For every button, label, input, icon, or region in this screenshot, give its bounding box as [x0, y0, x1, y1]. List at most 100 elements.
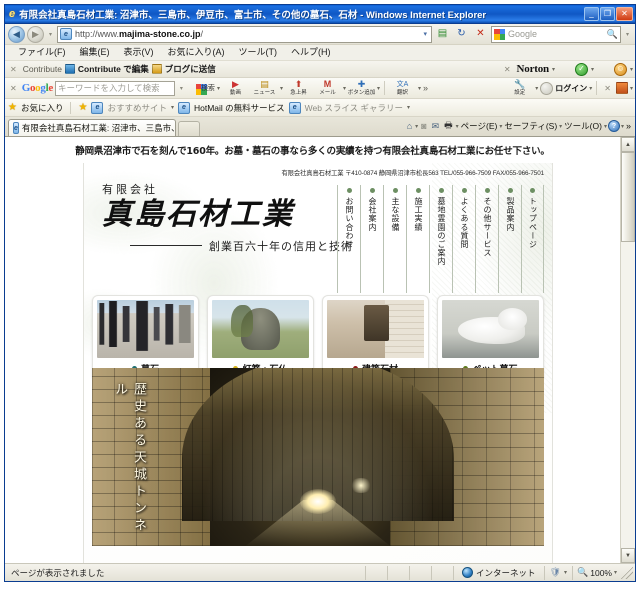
google-search-options-caret-icon[interactable]: ▾ [217, 85, 220, 92]
nav-item-top-page[interactable]: トップページ [521, 185, 544, 293]
menu-view[interactable]: 表示(V) [117, 48, 161, 57]
security-zone-indicator[interactable]: インターネット [453, 565, 544, 580]
addon-caret-icon[interactable]: ▾ [630, 85, 633, 92]
command-overflow-icon[interactable]: » [625, 121, 632, 131]
favorites-button[interactable]: お気に入り [21, 102, 64, 114]
google-tool-mail[interactable]: M メール [314, 80, 341, 97]
zoom-caret-icon[interactable]: ▾ [614, 569, 617, 576]
mail-icon[interactable]: ✉ [430, 121, 442, 132]
command-tools-menu[interactable]: ツール(O) [563, 120, 603, 132]
nav-item-products[interactable]: 製品案内 [498, 185, 521, 293]
google-settings-button[interactable]: 🔧 設定 [506, 80, 533, 97]
google-right-close-icon[interactable]: ✕ [601, 84, 614, 93]
forward-button[interactable]: ▶ [27, 25, 44, 43]
maximize-button[interactable]: ❐ [600, 7, 615, 21]
page-vertical-scrollbar[interactable]: ▲ ▼ [620, 137, 635, 563]
google-tools-caret-2-icon[interactable]: ▾ [343, 85, 346, 92]
compatibility-view-icon[interactable]: ▤ [434, 26, 451, 43]
google-tool-translate[interactable]: 文A 翻訳 [389, 80, 416, 97]
suggested-sites-caret-icon[interactable]: ▾ [171, 104, 174, 111]
search-provider-caret-icon[interactable]: ▾ [623, 31, 632, 38]
add-to-favorites-bar-icon[interactable]: ★ [78, 102, 87, 113]
scroll-down-button[interactable]: ▼ [621, 548, 635, 563]
tab-majima-stone[interactable]: e 有限会社真島石材工業: 沼津市、三島市、伊豆市、.. [8, 119, 176, 136]
google-settings-caret-icon[interactable]: ▾ [535, 85, 538, 92]
norton-caret-icon[interactable]: ▾ [552, 66, 555, 73]
google-tool-trends[interactable]: ⬆ 急上昇 [285, 80, 312, 97]
close-button[interactable]: ✕ [616, 7, 633, 21]
norton-close-icon[interactable]: ✕ [501, 65, 514, 74]
norton-identity-icon[interactable]: ☺ [613, 62, 627, 76]
norton-identity-caret-icon[interactable]: ▾ [630, 66, 633, 73]
url-input[interactable]: e http://www.majima-stone.co.jp/ ▾ [57, 25, 432, 43]
google-tool-video[interactable]: ▶ 動画 [222, 80, 249, 97]
menu-favorites[interactable]: お気に入り(A) [161, 48, 232, 57]
nav-item-other-services[interactable]: その他サービス [475, 185, 498, 293]
scrollbar-thumb[interactable] [621, 152, 635, 242]
norton-status-caret-icon[interactable]: ▾ [591, 66, 594, 73]
tunnel-banner-image[interactable]: 歴史ある天城トンネル [92, 368, 544, 546]
refresh-icon[interactable]: ↻ [453, 26, 470, 43]
addon-icon[interactable] [615, 82, 628, 94]
help-icon[interactable]: ? [607, 120, 620, 132]
home-caret-icon[interactable]: ▾ [415, 123, 418, 130]
menu-help[interactable]: ヘルプ(H) [284, 48, 338, 57]
google-login-avatar-icon[interactable] [540, 81, 554, 95]
nav-item-facilities[interactable]: 主な設備 [383, 185, 406, 293]
google-toolbar-more-icon[interactable]: » [423, 83, 428, 93]
google-search-button[interactable]: 検索 [188, 83, 215, 95]
protected-mode-caret-icon[interactable]: ▾ [564, 569, 567, 576]
stop-icon[interactable]: ✕ [472, 26, 489, 43]
google-tool-news[interactable]: ▤ ニュース [251, 80, 278, 97]
scroll-up-button[interactable]: ▲ [621, 137, 635, 152]
protected-mode-indicator[interactable]: 🛡 ▾ [543, 565, 572, 580]
web-slice-caret-icon[interactable]: ▾ [407, 104, 410, 111]
google-tool-add-label: ボタン追加 [347, 89, 376, 96]
menu-file[interactable]: ファイル(F) [11, 48, 73, 57]
google-login-label[interactable]: ログイン [555, 83, 587, 94]
favbar-item-web-slice-gallery[interactable]: Web スライス ギャラリー [305, 102, 403, 114]
browser-search-input[interactable]: Google 🔍 [491, 25, 621, 43]
print-caret-icon[interactable]: ▾ [456, 123, 459, 130]
url-dropdown-caret-icon[interactable]: ▾ [423, 30, 429, 38]
back-button[interactable]: ◀ [8, 25, 25, 43]
google-tools-caret-1-icon[interactable]: ▾ [280, 85, 283, 92]
command-page-menu[interactable]: ページ(E) [460, 120, 499, 132]
norton-safe-status-icon[interactable]: ✓ [574, 62, 588, 76]
google-tools-caret-4-icon[interactable]: ▾ [418, 85, 421, 92]
favbar-item-suggested-sites[interactable]: おすすめサイト [107, 102, 167, 114]
google-search-history-caret-icon[interactable]: ▾ [177, 85, 186, 92]
favorites-star-icon[interactable]: ★ [8, 102, 17, 113]
google-tool-add-button[interactable]: ✚ ボタン追加 [347, 80, 376, 97]
zoom-control[interactable]: 🔍 100% ▾ [572, 565, 621, 580]
command-safety-menu[interactable]: セーフティ(S) [503, 120, 558, 132]
tools-menu-caret-icon[interactable]: ▾ [604, 123, 607, 130]
nav-item-company-info[interactable]: 会社案内 [360, 185, 383, 293]
google-search-input[interactable]: キーワードを入力して検索 [54, 80, 175, 96]
contribute-edit-button[interactable]: Contribute で編集 [78, 63, 149, 75]
home-icon[interactable]: ⌂ [405, 121, 414, 131]
nav-item-cemetery-guide[interactable]: 墓地霊園のご案内 [429, 185, 452, 293]
favbar-item-hotmail[interactable]: HotMail の無料サービス [194, 102, 285, 114]
search-go-icon[interactable]: 🔍 [607, 29, 618, 40]
google-tools-caret-3-icon[interactable]: ▾ [377, 85, 380, 92]
page-menu-caret-icon[interactable]: ▾ [499, 123, 502, 130]
recent-pages-caret-icon[interactable]: ▾ [46, 31, 55, 38]
scrollbar-track[interactable] [621, 242, 635, 548]
nav-item-construction-results[interactable]: 施工実績 [406, 185, 429, 293]
help-caret-icon[interactable]: ▾ [621, 123, 624, 130]
google-toolbar-close-icon[interactable]: ✕ [7, 84, 20, 93]
contribute-close-icon[interactable]: ✕ [7, 65, 20, 74]
feeds-icon[interactable]: ◙ [419, 121, 428, 131]
nav-item-faq[interactable]: よくある質問 [452, 185, 475, 293]
new-tab-button[interactable] [178, 121, 200, 136]
blog-post-button[interactable]: ブログに送信 [165, 63, 216, 75]
print-icon[interactable]: 🖶 [442, 118, 455, 134]
resize-grip[interactable] [621, 566, 633, 579]
menu-edit[interactable]: 編集(E) [73, 48, 117, 57]
nav-item-contact[interactable]: お問い合わせ [337, 185, 360, 293]
safety-menu-caret-icon[interactable]: ▾ [559, 123, 562, 130]
menu-tools[interactable]: ツール(T) [232, 48, 285, 57]
minimize-button[interactable]: _ [584, 7, 599, 21]
google-login-caret-icon[interactable]: ▾ [589, 85, 592, 92]
